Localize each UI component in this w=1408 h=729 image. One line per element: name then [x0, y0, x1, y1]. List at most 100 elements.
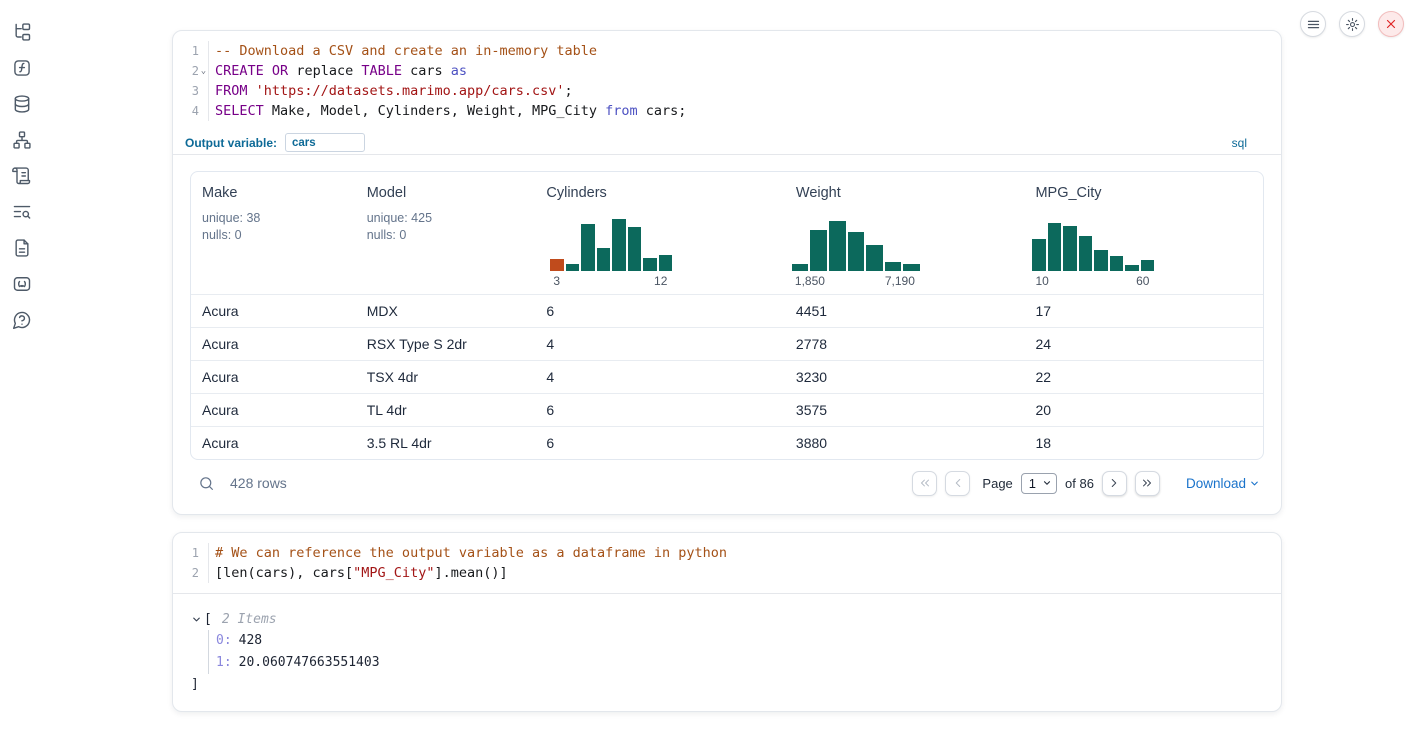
database-icon[interactable] — [12, 94, 32, 114]
unique-count: unique: 38 — [202, 210, 356, 227]
cell-cylinders: 4 — [535, 369, 785, 385]
items-count: 2 Items — [222, 612, 277, 627]
file-tree-icon[interactable] — [12, 22, 32, 42]
collapse-chevron-icon[interactable] — [191, 614, 204, 625]
histogram-bar — [792, 264, 809, 271]
list-items: 0:428 1:20.060747663551403 — [208, 630, 1281, 674]
axis-max-label: 7,190 — [885, 274, 915, 288]
table-header-row: Make unique: 38 nulls: 0 Model unique: 4… — [191, 172, 1263, 294]
cell-weight: 2778 — [785, 336, 1025, 352]
code-text: # We can reference the output variable a… — [208, 543, 1281, 563]
download-button[interactable]: Download — [1186, 476, 1260, 491]
line-number: 1 — [173, 543, 199, 563]
table-row: Acura MDX 6 4451 17 — [191, 294, 1263, 327]
cell-weight: 3880 — [785, 435, 1025, 451]
weight-histogram: 1,850 7,190 — [792, 218, 920, 288]
code-line[interactable]: 1-- Download a CSV and create an in-memo… — [173, 41, 1281, 61]
close-bracket: ] — [191, 674, 1281, 696]
cell-make: Acura — [191, 369, 356, 385]
column-name: MPG_City — [1035, 185, 1263, 201]
mpg-city-histogram: 10 60 — [1032, 218, 1154, 288]
histogram-bar — [1141, 260, 1155, 271]
python-code-editor[interactable]: 1 # We can reference the output variable … — [173, 533, 1281, 594]
item-value: 20.060747663551403 — [239, 655, 380, 670]
histogram-bar — [903, 264, 920, 271]
column-name: Make — [202, 185, 356, 201]
chevron-down-icon — [1249, 478, 1260, 489]
histogram-bar — [566, 264, 580, 271]
cell-cylinders: 6 — [535, 303, 785, 319]
help-icon[interactable] — [12, 310, 32, 330]
notebook-actions — [1300, 11, 1404, 37]
cell-make: Acura — [191, 402, 356, 418]
fold-chevron-icon[interactable]: ⌄ — [199, 61, 208, 81]
output-variable-input[interactable] — [285, 133, 365, 152]
log-search-icon[interactable] — [12, 202, 32, 222]
code-line[interactable]: 3 FROM 'https://datasets.marimo.app/cars.… — [173, 81, 1281, 101]
histogram-bar — [581, 224, 595, 271]
null-count: nulls: 0 — [202, 227, 356, 244]
line-number: 3 — [173, 81, 199, 101]
document-icon[interactable] — [12, 238, 32, 258]
column-header-mpg-city[interactable]: MPG_City 10 60 — [1024, 172, 1263, 294]
item-index: 1: — [216, 655, 232, 670]
function-icon[interactable] — [12, 58, 32, 78]
sql-code-editor[interactable]: 1-- Download a CSV and create an in-memo… — [173, 31, 1281, 131]
code-line[interactable]: 2[len(cars), cars["MPG_City"].mean()] — [173, 563, 1281, 583]
python-cell-output: [ 2 Items 0:428 1:20.060747663551403 ] — [173, 594, 1281, 696]
column-header-make[interactable]: Make unique: 38 nulls: 0 — [191, 172, 356, 294]
list-item: 1: 20.060747663551403 — [216, 652, 1281, 674]
menu-button[interactable] — [1300, 11, 1326, 37]
column-header-weight[interactable]: Weight 1,850 7,190 — [785, 172, 1025, 294]
page-total-label: of 86 — [1065, 476, 1094, 491]
first-page-button[interactable] — [912, 471, 937, 496]
dependency-graph-icon[interactable] — [12, 130, 32, 150]
scroll-icon[interactable] — [12, 166, 32, 186]
last-page-button[interactable] — [1135, 471, 1160, 496]
cell-cylinders: 4 — [535, 336, 785, 352]
histogram-bar — [1110, 256, 1124, 271]
table-row: Acura RSX Type S 2dr 4 2778 24 — [191, 327, 1263, 360]
code-text: -- Download a CSV and create an in-memor… — [208, 41, 1281, 61]
cell-mpg-city: 24 — [1024, 336, 1263, 352]
column-header-cylinders[interactable]: Cylinders 3 12 — [535, 172, 785, 294]
sql-cell: 1 -- Download a CSV and create an in-memo… — [172, 30, 1282, 515]
histogram-bar — [1094, 250, 1108, 271]
axis-max-label: 60 — [1136, 274, 1149, 288]
chevron-right-icon — [1107, 476, 1121, 490]
cell-make: Acura — [191, 336, 356, 352]
code-line[interactable]: 2⌄CREATE OR replace TABLE cars as — [173, 61, 1281, 81]
code-line[interactable]: 4SELECT Make, Model, Cylinders, Weight, … — [173, 101, 1281, 121]
previous-page-button[interactable] — [945, 471, 970, 496]
histogram-bar — [597, 248, 611, 271]
page-select[interactable]: 1 — [1021, 473, 1057, 494]
code-line[interactable]: 1 # We can reference the output variable … — [173, 543, 1281, 563]
cell-mpg-city: 18 — [1024, 435, 1263, 451]
column-name: Cylinders — [546, 185, 785, 201]
fold-gutter — [199, 81, 208, 101]
python-cell: 1 # We can reference the output variable … — [172, 532, 1282, 712]
snippets-icon[interactable] — [12, 274, 32, 294]
output-variable-label: Output variable: — [185, 136, 277, 150]
cell-model: MDX — [356, 303, 536, 319]
shutdown-button[interactable] — [1378, 11, 1404, 37]
item-index: 0: — [216, 633, 232, 648]
table-footer: 428 rows Page 1 of 86 — [190, 460, 1264, 506]
column-header-model[interactable]: Model unique: 425 nulls: 0 — [356, 172, 536, 294]
cell-weight: 3230 — [785, 369, 1025, 385]
chevron-left-icon — [951, 476, 965, 490]
column-name: Model — [367, 185, 536, 201]
left-sidebar — [0, 0, 44, 729]
histogram-bar — [612, 219, 626, 271]
search-icon[interactable] — [198, 475, 215, 492]
line-number: 4 — [173, 101, 199, 121]
settings-button[interactable] — [1339, 11, 1365, 37]
next-page-button[interactable] — [1102, 471, 1127, 496]
download-label: Download — [1186, 476, 1246, 491]
cell-cylinders: 6 — [535, 402, 785, 418]
code-text: FROM 'https://datasets.marimo.app/cars.c… — [208, 81, 1281, 101]
cell-mpg-city: 20 — [1024, 402, 1263, 418]
column-name: Weight — [796, 185, 1025, 201]
code-text: [len(cars), cars["MPG_City"].mean()] — [208, 563, 1281, 583]
sql-cell-output: Make unique: 38 nulls: 0 Model unique: 4… — [173, 155, 1281, 506]
